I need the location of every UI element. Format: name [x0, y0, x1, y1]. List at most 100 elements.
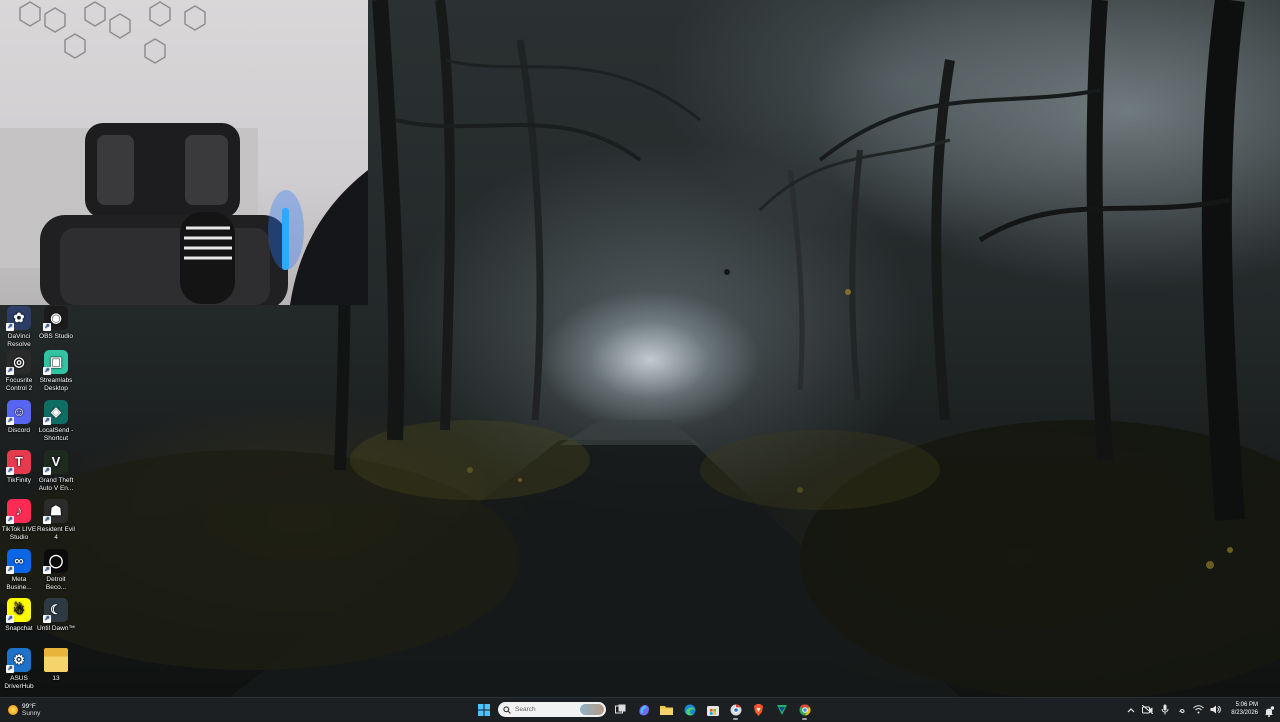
- davinci-resolve-icon: ✿ ↗: [6, 306, 31, 331]
- desktop-icon-label: Resident Evil 4: [37, 526, 75, 541]
- tikfinity-icon: T ↗: [6, 450, 31, 475]
- desktop-icon-resident-evil-4[interactable]: ☗ ↗ Resident Evil 4: [37, 499, 75, 541]
- volume-icon[interactable]: [1210, 704, 1222, 715]
- clock-date: 8/23/2026: [1231, 709, 1258, 716]
- desktop-icon-label: Grand Theft Auto V En...: [38, 477, 74, 492]
- clock-time: 5:06 PM: [1235, 702, 1258, 708]
- meta-business-icon: ∞ ↗: [6, 549, 31, 574]
- shortcut-arrow-icon: ↗: [6, 615, 14, 623]
- shortcut-arrow-icon: ↗: [43, 367, 51, 375]
- weather-condition: Sunny: [22, 709, 41, 717]
- weather-widget[interactable]: 99°F Sunny: [8, 700, 40, 719]
- desktop-icon-tikfinity[interactable]: T ↗ TikFinity: [0, 450, 38, 485]
- chrome-profile-icon: [730, 704, 741, 715]
- copilot-button[interactable]: [635, 701, 652, 718]
- chevron-up-icon[interactable]: [1125, 704, 1136, 715]
- shortcut-arrow-icon: ↗: [43, 467, 51, 475]
- desktop-icon-obs-studio[interactable]: ◉ ↗ OBS Studio: [37, 306, 75, 341]
- shortcut-arrow-icon: ↗: [6, 665, 14, 673]
- desktop-icon-asus-driverhub[interactable]: ⚙ ↗ ASUS DriverHub: [0, 648, 38, 690]
- folder-icon: [44, 648, 68, 672]
- taskbar: 99°F Sunny Search 5:06 PM 8/23/2026: [0, 697, 1280, 720]
- desktop-icon-detroit-become-human[interactable]: ◯ ↗ Detroit Beco...: [37, 549, 75, 591]
- search-icon: [503, 705, 511, 714]
- shortcut-arrow-icon: ↗: [43, 566, 51, 574]
- snapchat-icon: ☃ ↗: [6, 598, 31, 623]
- brave-button[interactable]: [750, 701, 767, 718]
- desktop-icon-snapchat[interactable]: ☃ ↗ Snapchat: [0, 598, 38, 633]
- sun-icon: [8, 704, 18, 715]
- search-input[interactable]: [515, 706, 575, 713]
- desktop-icon-label: Until Dawn™: [37, 625, 75, 632]
- desktop-icon-label: TikFinity: [7, 477, 31, 484]
- task-view-icon: [615, 704, 626, 714]
- shortcut-arrow-icon: ↗: [6, 417, 14, 425]
- notification-bell-icon[interactable]: [1264, 704, 1275, 717]
- file-explorer-icon: [660, 706, 673, 715]
- weather-temperature: 99°F: [22, 702, 36, 710]
- resident-evil-4-icon: ☗ ↗: [43, 499, 68, 524]
- vpn-icon: [776, 704, 787, 715]
- desktop-icon-gta-v[interactable]: V ↗ Grand Theft Auto V En...: [37, 450, 75, 492]
- gta-v-icon: V ↗: [43, 450, 68, 475]
- edge-button[interactable]: [681, 701, 698, 718]
- desktop-icon-label: Detroit Beco...: [45, 576, 67, 591]
- task-view-button[interactable]: [612, 701, 629, 718]
- desktop-icon-label: 13: [52, 675, 60, 682]
- desktop-icon-label: LocalSend - Shortcut: [38, 427, 74, 442]
- shortcut-arrow-icon: ↗: [6, 367, 14, 375]
- desktop-icon-label: Meta Busine...: [6, 576, 32, 591]
- localsend-icon: ◈ ↗: [43, 400, 68, 425]
- desktop-icon-davinci-resolve[interactable]: ✿ ↗ DaVinci Resolve: [0, 306, 38, 348]
- desktop-icon-label: DaVinci Resolve: [7, 333, 31, 348]
- keyboard-layout-icon[interactable]: [1176, 704, 1187, 715]
- desktop-icon-until-dawn[interactable]: ☾ ↗ Until Dawn™: [37, 598, 75, 633]
- desktop-icon-label: ASUS DriverHub: [4, 675, 34, 690]
- desktop-icon-localsend[interactable]: ◈ ↗ LocalSend - Shortcut: [37, 400, 75, 442]
- camera-off-icon[interactable]: [1142, 704, 1154, 715]
- wifi-icon[interactable]: [1193, 704, 1205, 715]
- desktop-icon-streamlabs[interactable]: ▣ ↗ Streamlabs Desktop: [37, 350, 75, 392]
- taskbar-center: [475, 698, 813, 721]
- desktop-icon-label: Focusrite Control 2: [5, 377, 33, 392]
- microsoft-store-button[interactable]: [704, 701, 721, 718]
- windows-logo-icon: [477, 703, 490, 716]
- asus-driverhub-icon: ⚙ ↗: [6, 648, 31, 673]
- streamlabs-icon: ▣ ↗: [43, 350, 68, 375]
- desktop-icon-label: TikTok LIVE Studio: [1, 526, 37, 541]
- file-explorer-button[interactable]: [658, 701, 675, 718]
- edge-icon: [684, 704, 695, 715]
- shortcut-arrow-icon: ↗: [6, 323, 14, 331]
- desktop-icon-label: Streamlabs Desktop: [39, 377, 73, 392]
- vpn-button[interactable]: [773, 701, 790, 718]
- desktop-icon-folder[interactable]: 13: [37, 648, 75, 683]
- obs-studio-icon: ◉ ↗: [43, 306, 68, 331]
- desktop-icon-discord[interactable]: ☺ ↗ Discord: [0, 400, 38, 435]
- discord-icon: ☺ ↗: [6, 400, 31, 425]
- brave-icon: [754, 703, 763, 716]
- desktop-icon-label: Discord: [7, 427, 31, 434]
- desktop-icon-meta-business[interactable]: ∞ ↗ Meta Busine...: [0, 549, 38, 591]
- shortcut-arrow-icon: ↗: [43, 516, 51, 524]
- start-button[interactable]: [475, 701, 492, 718]
- shortcut-arrow-icon: ↗: [43, 323, 51, 331]
- microsoft-store-icon: [706, 705, 719, 716]
- chrome-icon: [799, 703, 811, 715]
- taskbar-search[interactable]: [498, 702, 606, 717]
- chrome-button[interactable]: [796, 701, 813, 720]
- desktop-icon-label: OBS Studio: [39, 333, 73, 340]
- tiktok-live-icon: ♪ ↗: [6, 499, 31, 524]
- system-tray: 5:06 PM 8/23/2026: [1125, 698, 1280, 721]
- clock[interactable]: 5:06 PM 8/23/2026: [1231, 702, 1258, 717]
- chrome-profile-button[interactable]: [727, 701, 744, 720]
- shortcut-arrow-icon: ↗: [43, 417, 51, 425]
- search-highlight-image: [580, 704, 604, 715]
- shortcut-arrow-icon: ↗: [6, 467, 14, 475]
- webcam-overlay: [0, 0, 368, 305]
- microphone-icon[interactable]: [1159, 704, 1170, 715]
- copilot-icon: [638, 704, 649, 715]
- desktop-icon-tiktok-live[interactable]: ♪ ↗ TikTok LIVE Studio: [0, 499, 38, 541]
- shortcut-arrow-icon: ↗: [6, 516, 14, 524]
- desktop-icon-focusrite[interactable]: ◎ ↗ Focusrite Control 2: [0, 350, 38, 392]
- desktop[interactable]: ✿ ↗ DaVinci Resolve ◉ ↗ OBS Studio ◎ ↗ Focusrite…: [0, 0, 1280, 697]
